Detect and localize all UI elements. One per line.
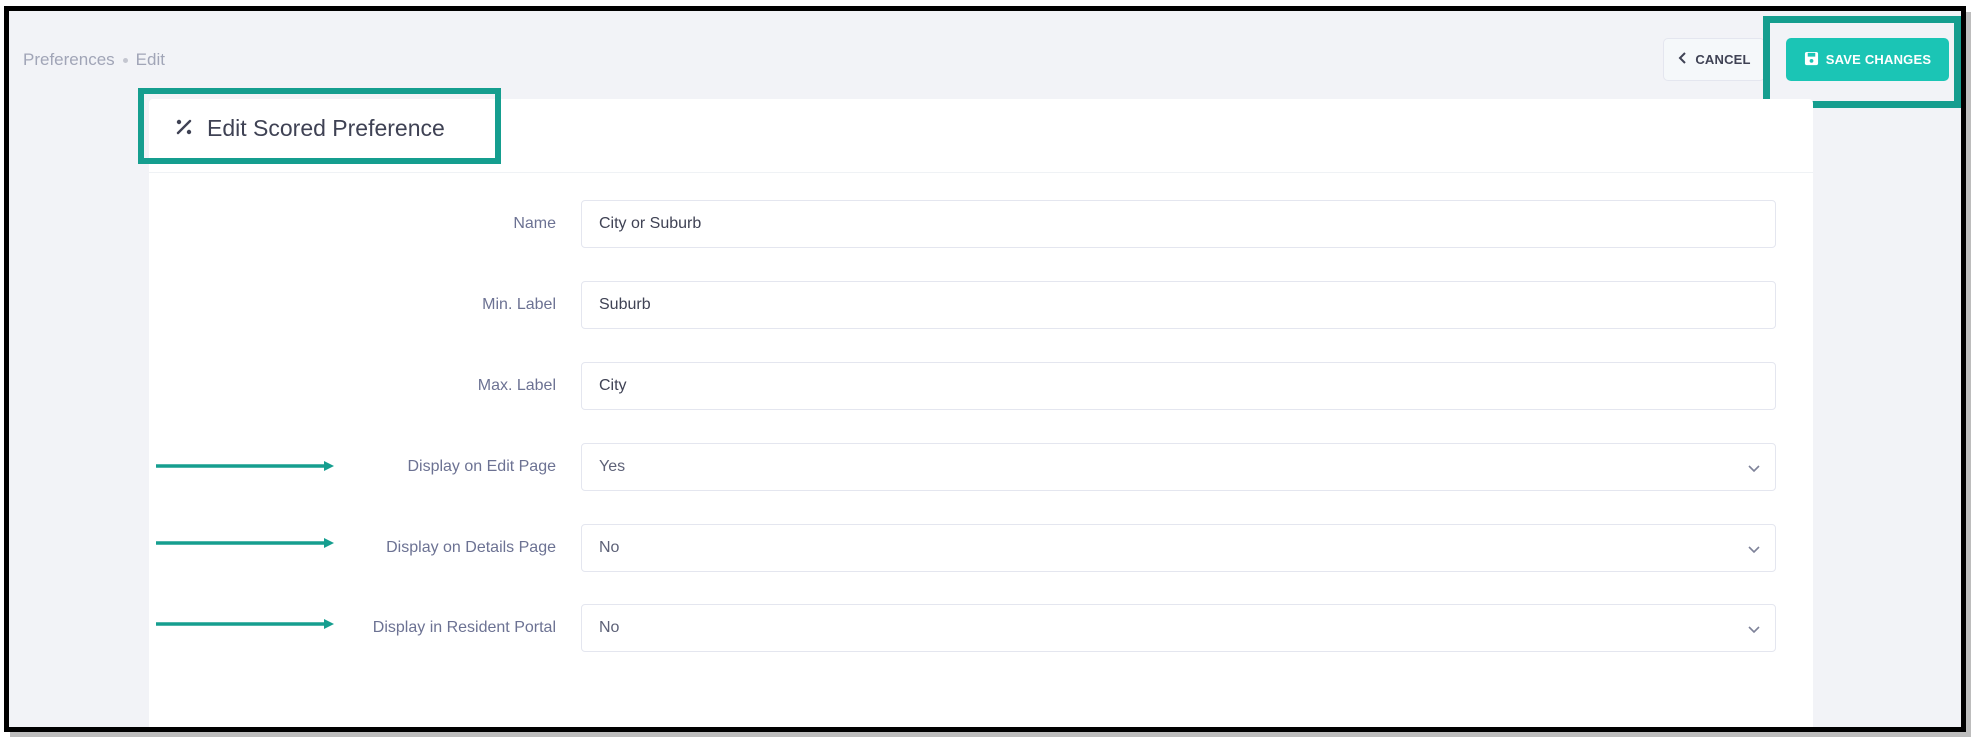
display-edit-value: Yes bbox=[599, 458, 626, 475]
name-label: Name bbox=[513, 215, 556, 232]
cancel-button-label: CANCEL bbox=[1695, 52, 1751, 67]
chevron-down-icon bbox=[1748, 626, 1760, 634]
display-portal-label: Display in Resident Portal bbox=[372, 619, 556, 636]
cancel-button[interactable]: CANCEL bbox=[1663, 38, 1765, 81]
display-details-value: No bbox=[599, 539, 620, 556]
max-label-input[interactable]: City bbox=[581, 362, 1776, 410]
display-edit-select[interactable]: Yes bbox=[581, 443, 1776, 491]
frame-shadow-bottom bbox=[10, 732, 1971, 737]
form-row-min-label: Min. Label Suburb bbox=[0, 281, 1972, 329]
chevron-left-icon bbox=[1677, 52, 1689, 67]
max-label-label: Max. Label bbox=[477, 377, 556, 394]
display-details-select[interactable]: No bbox=[581, 524, 1776, 572]
name-input[interactable]: City or Suburb bbox=[581, 200, 1776, 248]
min-label-label: Min. Label bbox=[482, 296, 556, 313]
floppy-disk-icon bbox=[1804, 51, 1819, 69]
chevron-down-icon bbox=[1748, 546, 1760, 554]
chevron-down-icon bbox=[1748, 465, 1760, 473]
form-row-name: Name City or Suburb bbox=[0, 200, 1972, 248]
display-edit-label: Display on Edit Page bbox=[407, 458, 556, 475]
top-bar: Preferences Edit CANCEL SAVE CHANGES bbox=[9, 11, 1961, 108]
display-details-label: Display on Details Page bbox=[386, 539, 556, 556]
form-row-display-portal: Display in Resident Portal No bbox=[0, 604, 1972, 652]
display-portal-select[interactable]: No bbox=[581, 604, 1776, 652]
form-row-display-edit: Display on Edit Page Yes bbox=[0, 443, 1972, 491]
percent-icon bbox=[175, 115, 193, 142]
save-changes-button[interactable]: SAVE CHANGES bbox=[1786, 38, 1949, 81]
form-row-display-details: Display on Details Page No bbox=[0, 524, 1972, 572]
breadcrumb-separator bbox=[122, 57, 128, 63]
breadcrumb: Preferences Edit bbox=[23, 50, 165, 70]
form-row-max-label: Max. Label City bbox=[0, 362, 1972, 410]
breadcrumb-current: Edit bbox=[135, 50, 165, 69]
min-label-input[interactable]: Suburb bbox=[581, 281, 1776, 329]
display-portal-value: No bbox=[599, 619, 620, 636]
save-button-label: SAVE CHANGES bbox=[1825, 52, 1932, 67]
breadcrumb-root[interactable]: Preferences bbox=[23, 50, 115, 70]
card-title-text: Edit Scored Preference bbox=[207, 115, 445, 141]
card-title: Edit Scored Preference bbox=[175, 115, 445, 142]
